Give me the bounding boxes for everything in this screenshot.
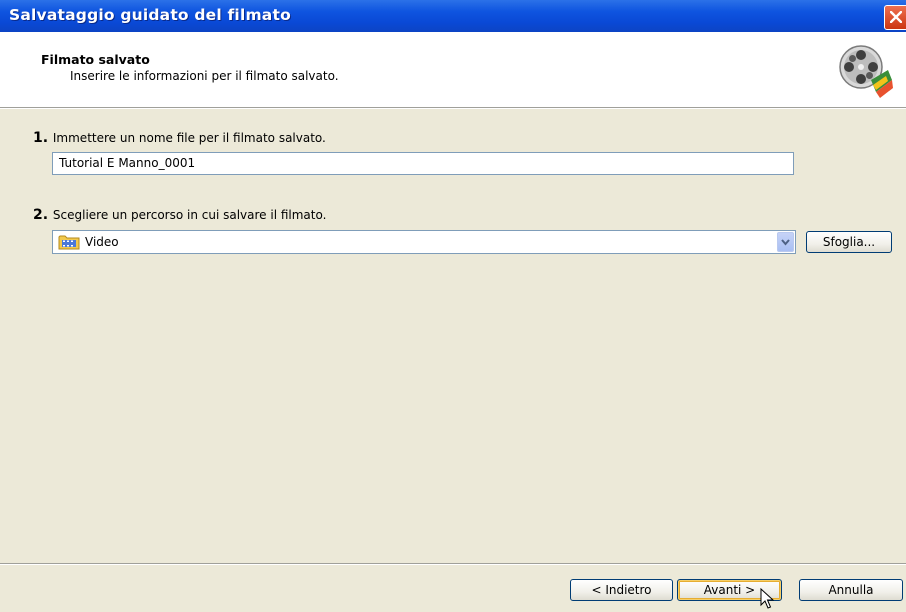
step1-label: 1. Immettere un nome file per il filmato… <box>33 130 326 146</box>
wizard-content <box>0 109 906 563</box>
close-button[interactable] <box>884 5 906 30</box>
title-bar: Salvataggio guidato del filmato <box>0 0 906 32</box>
close-icon <box>890 11 902 23</box>
browse-button[interactable]: Sfoglia... <box>806 231 892 253</box>
header-title: Filmato salvato <box>41 52 150 67</box>
step2-number: 2. <box>33 207 49 223</box>
filename-input[interactable]: Tutorial E Manno_0001 <box>52 152 794 175</box>
dropdown-button[interactable] <box>777 232 794 252</box>
cancel-button[interactable]: Annulla <box>799 579 903 601</box>
step2-label: 2. Scegliere un percorso in cui salvare … <box>33 207 326 223</box>
video-folder-icon <box>58 235 80 250</box>
window-title: Salvataggio guidato del filmato <box>9 6 291 24</box>
chevron-down-icon <box>781 239 790 246</box>
path-dropdown[interactable]: Video <box>52 230 796 254</box>
step2-text: Scegliere un percorso in cui salvare il … <box>52 208 327 222</box>
step1-text: Immettere un nome file per il filmato sa… <box>52 131 326 145</box>
film-reel-icon <box>839 45 893 98</box>
mouse-cursor-icon <box>760 588 774 609</box>
path-value: Video <box>85 235 119 249</box>
back-button[interactable]: < Indietro <box>570 579 673 601</box>
step1-number: 1. <box>33 130 49 146</box>
header-subtitle: Inserire le informazioni per il filmato … <box>70 69 339 83</box>
